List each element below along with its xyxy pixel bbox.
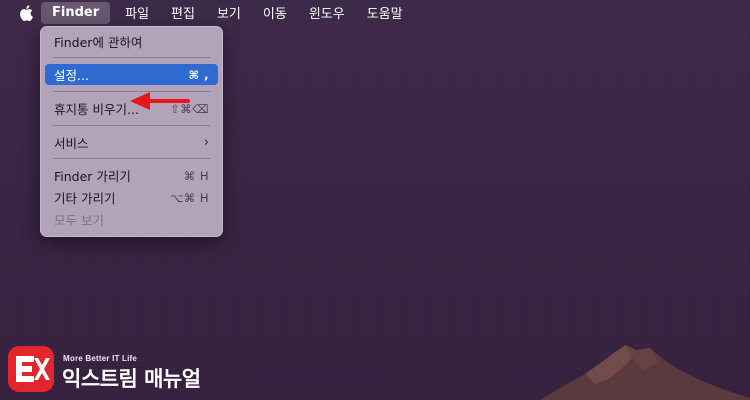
watermark-logo-icon [8, 346, 54, 392]
finder-menu-dropdown: Finder에 관하여 설정... ⌘ , 휴지통 비우기... ⇧⌘⌫ 서비스… [40, 26, 223, 237]
menu-item-label: 휴지통 비우기... [54, 102, 139, 117]
menu-separator [53, 57, 210, 58]
menu-item-settings[interactable]: 설정... ⌘ , [45, 64, 218, 85]
menu-separator [53, 158, 210, 159]
menu-view[interactable]: 보기 [206, 2, 252, 24]
menu-item-label: 기타 가리기 [54, 191, 116, 206]
menu-window[interactable]: 윈도우 [298, 2, 356, 24]
menu-item-hide-others[interactable]: 기타 가리기 ⌥⌘ H [45, 187, 218, 208]
menu-item-label: 설정... [54, 68, 89, 83]
red-arrow-annotation-icon [130, 92, 190, 110]
watermark-name: 익스트림 매뉴얼 [62, 367, 201, 391]
menu-item-services[interactable]: 서비스 › [45, 132, 218, 153]
watermark-tagline: More Better IT Life [63, 354, 138, 363]
menu-item-hide-finder[interactable]: Finder 가리기 ⌘ H [45, 165, 218, 186]
menu-help[interactable]: 도움말 [356, 2, 414, 24]
menu-item-show-all: 모두 보기 [45, 209, 218, 230]
menu-item-label: 모두 보기 [54, 213, 104, 228]
menu-item-about-finder[interactable]: Finder에 관하여 [45, 31, 218, 52]
menu-edit[interactable]: 편집 [160, 2, 206, 24]
menu-file[interactable]: 파일 [114, 2, 160, 24]
shortcut-label: ⌥⌘ H [169, 190, 209, 205]
menu-item-label: 서비스 [54, 136, 89, 151]
menu-separator [53, 125, 210, 126]
wallpaper-mountain-peak [540, 345, 750, 400]
apple-logo-icon[interactable] [19, 4, 33, 21]
menu-item-label: Finder에 관하여 [54, 35, 143, 50]
menu-item-label: Finder 가리기 [54, 169, 131, 184]
menu-bar: Finder 파일 편집 보기 이동 윈도우 도움말 [0, 0, 750, 25]
menu-finder[interactable]: Finder [41, 1, 111, 24]
shortcut-label: ⌘ , [188, 67, 209, 82]
chevron-right-icon: › [203, 135, 209, 150]
menu-go[interactable]: 이동 [252, 2, 298, 24]
shortcut-label: ⌘ H [183, 168, 209, 183]
